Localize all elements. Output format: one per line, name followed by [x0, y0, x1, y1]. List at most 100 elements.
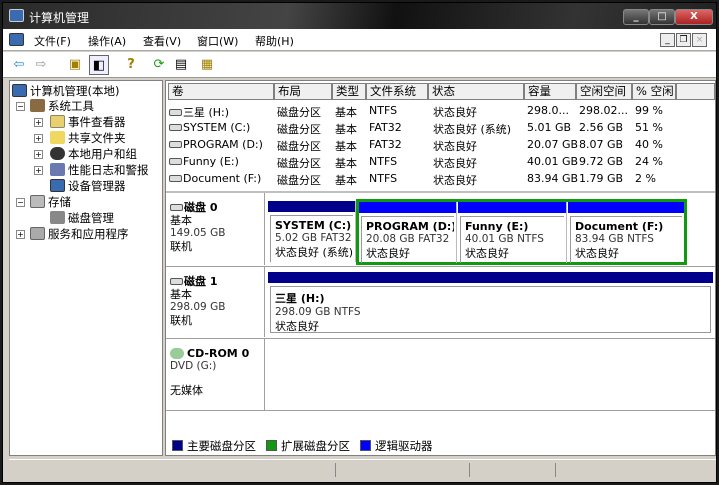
tree-item-performance-logs[interactable]: 性能日志和警报: [50, 162, 149, 178]
maximize-button[interactable]: □: [649, 9, 675, 25]
volume-name-cell[interactable]: Funny (E:): [169, 155, 239, 168]
column-header-free-space[interactable]: 空闲空间: [576, 83, 632, 100]
volume-name-cell[interactable]: PROGRAM (D:): [169, 138, 263, 151]
disk-0-label[interactable]: 磁盘 0 基本 149.05 GB 联机: [170, 201, 225, 253]
tree-label: 计算机管理(本地): [30, 84, 120, 98]
partition-status: 状态良好: [465, 247, 509, 260]
legend-label: 逻辑驱动器: [375, 439, 433, 453]
volume-name-cell[interactable]: SYSTEM (C:): [169, 121, 250, 134]
collapse-toggle[interactable]: −: [16, 198, 25, 207]
tree-item-device-manager[interactable]: 设备管理器: [50, 178, 126, 194]
collapse-toggle[interactable]: −: [16, 102, 25, 111]
partition-samsung-h[interactable]: 三星 (H:) 298.09 GB NTFS 状态良好: [268, 272, 713, 333]
partition-status: 状态良好: [575, 247, 619, 260]
tree-item-event-viewer[interactable]: 事件查看器: [50, 114, 126, 130]
cell-text: 三星 (H:): [183, 106, 230, 119]
partition-info: 298.09 GB NTFS: [275, 306, 361, 318]
partition-document-f[interactable]: Document (F:) 83.94 GB NTFS 状态良好: [568, 202, 684, 263]
disk-status: 联机: [170, 314, 192, 327]
tree-item-local-users[interactable]: 本地用户和组: [50, 146, 137, 162]
tree-item-storage[interactable]: 存储: [30, 194, 71, 210]
console-tree: 计算机管理(本地) − 系统工具 + 事件查看器 + 共享文件夹 + 本地用户和…: [9, 80, 163, 456]
performance-icon: [50, 163, 65, 176]
cdrom-0-label[interactable]: CD-ROM 0 DVD (G:) 无媒体: [170, 347, 249, 397]
tree-item-computer-management[interactable]: 计算机管理(本地): [12, 83, 119, 99]
cell-text: 状态良好: [433, 106, 477, 119]
column-header-status[interactable]: 状态: [428, 83, 524, 100]
menu-file[interactable]: 文件(F): [34, 33, 71, 49]
tree-label: 性能日志和警报: [68, 163, 149, 177]
properties-icon[interactable]: ▤: [171, 55, 191, 75]
menu-window[interactable]: 窗口(W): [197, 33, 238, 49]
cell-text: PROGRAM (D:): [183, 138, 263, 151]
cell-text: 20.07 GB: [527, 138, 579, 151]
column-header-percent-free[interactable]: % 空闲: [632, 83, 676, 100]
tree-item-services-apps[interactable]: 服务和应用程序: [30, 226, 129, 242]
forward-icon[interactable]: ⇨: [31, 55, 51, 75]
table-cell: 磁盘分区: [277, 121, 321, 137]
child-minimize-button[interactable]: _: [660, 33, 675, 47]
table-cell: 20.07 GB: [527, 138, 578, 151]
menu-help[interactable]: 帮助(H): [255, 33, 294, 49]
tree-item-shared-folders[interactable]: 共享文件夹: [50, 130, 126, 146]
table-cell: FAT32: [369, 138, 402, 151]
volume-name-cell[interactable]: 三星 (H:): [169, 104, 229, 120]
table-cell: 状态良好: [433, 104, 477, 120]
table-cell: 状态良好 (系统): [433, 121, 511, 137]
tree-item-system-tools[interactable]: 系统工具: [30, 98, 94, 114]
partition-system-c[interactable]: SYSTEM (C:) 5.02 GB FAT32 状态良好 (系统): [268, 201, 356, 262]
tree-label: 本地用户和组: [68, 147, 137, 161]
disk-status: 联机: [170, 240, 192, 253]
table-cell: 51 %: [635, 121, 663, 134]
partition-program-d[interactable]: PROGRAM (D:) 20.08 GB FAT32 状态良好: [359, 202, 457, 263]
column-header-volume[interactable]: 卷: [168, 83, 274, 100]
partition-funny-e[interactable]: Funny (E:) 40.01 GB NTFS 状态良好: [458, 202, 567, 263]
disk-management-pane: 卷 布局 类型 文件系统 状态 容量 空闲空间 % 空闲 三星 (H:) 磁盘分区…: [165, 80, 716, 456]
cell-text: 24 %: [635, 155, 663, 168]
cell-text: 基本: [335, 174, 357, 187]
table-cell: 状态良好: [433, 155, 477, 171]
menu-view[interactable]: 查看(V): [143, 33, 181, 49]
minimize-button[interactable]: _: [623, 9, 649, 25]
cell-text: 5.01 GB: [527, 121, 572, 134]
refresh-icon[interactable]: ⟳: [149, 55, 169, 75]
expand-toggle[interactable]: +: [34, 134, 43, 143]
table-cell: 状态良好: [433, 138, 477, 154]
cell-text: 基本: [335, 106, 357, 119]
table-cell: 2.56 GB: [579, 121, 623, 134]
tree-item-disk-management[interactable]: 磁盘管理: [50, 210, 114, 226]
table-cell: 83.94 GB: [527, 172, 578, 185]
table-cell: 24 %: [635, 155, 663, 168]
help-icon[interactable]: ?: [121, 55, 141, 75]
disk-1-label[interactable]: 磁盘 1 基本 298.09 GB 联机: [170, 275, 225, 327]
cell-text: 状态良好: [433, 174, 477, 187]
child-close-button[interactable]: ×: [692, 33, 707, 47]
column-header-layout[interactable]: 布局: [274, 83, 332, 100]
cell-text: 基本: [335, 157, 357, 170]
cell-text: Document (F:): [183, 172, 262, 185]
up-folder-icon[interactable]: ▣: [65, 55, 85, 75]
expand-toggle[interactable]: +: [16, 230, 25, 239]
disk-management-icon: [50, 211, 65, 224]
volume-name-cell[interactable]: Document (F:): [169, 172, 261, 185]
expand-toggle[interactable]: +: [34, 118, 43, 127]
window-title: 计算机管理: [29, 11, 90, 25]
menu-action[interactable]: 操作(A): [88, 33, 126, 49]
tree-label: 服务和应用程序: [48, 227, 129, 241]
back-icon[interactable]: ⇦: [9, 55, 29, 75]
column-header-blank: [676, 83, 715, 100]
expand-toggle[interactable]: +: [34, 150, 43, 159]
close-button[interactable]: X: [675, 9, 713, 25]
disk-status: 无媒体: [170, 384, 203, 397]
show-hide-tree-icon[interactable]: ◧: [89, 55, 109, 75]
column-header-type[interactable]: 类型: [332, 83, 366, 100]
console-icon[interactable]: ▦: [197, 55, 217, 75]
column-header-capacity[interactable]: 容量: [524, 83, 576, 100]
cell-text: 83.94 GB: [527, 172, 579, 185]
column-header-filesystem[interactable]: 文件系统: [366, 83, 428, 100]
title-bar[interactable]: 计算机管理 _ □ X: [3, 3, 716, 29]
cell-text: 8.07 GB: [579, 138, 624, 151]
disk-name: CD-ROM 0: [187, 347, 250, 360]
child-restore-button[interactable]: ❐: [676, 33, 691, 47]
expand-toggle[interactable]: +: [34, 166, 43, 175]
